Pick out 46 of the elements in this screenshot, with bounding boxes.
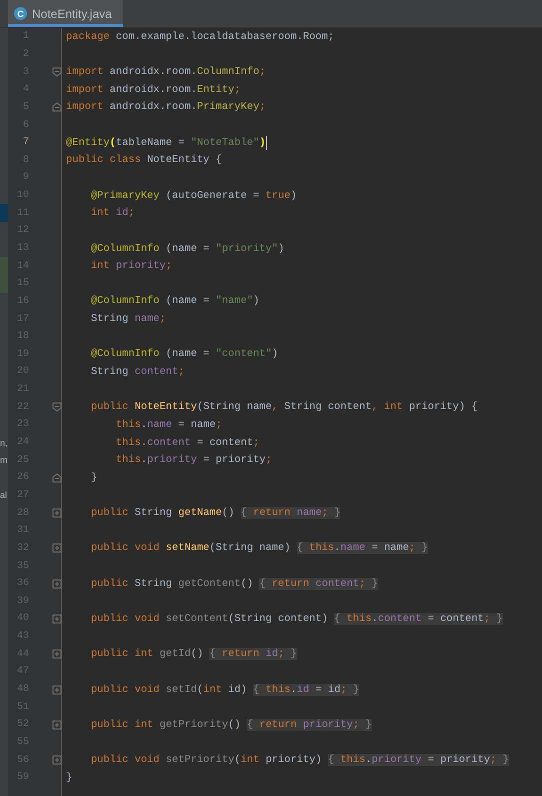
code-line: this.name = name;	[116, 418, 222, 431]
code-line: public void setName(String name) { this.name = name; }	[90, 542, 428, 554]
code-line: }	[66, 772, 72, 784]
code-line: public void setPriority(int priority) { this.priority = priority; }	[90, 754, 509, 766]
code-line: this.priority = priority;	[116, 454, 272, 466]
code-line: public void setId(int id) { this.id = id; }	[90, 684, 360, 696]
code-line: String name;	[90, 313, 166, 326]
code-line: this.content = content;	[116, 436, 260, 449]
code-line: public NoteEntity(String name, String content, int priority) {	[90, 401, 478, 414]
code-line: public int getId() { return id; }	[90, 648, 297, 660]
code-line: public String getContent() { return content; }	[90, 578, 378, 590]
code-line: @ColumnInfo (name = "name")	[90, 295, 260, 308]
expand-icon[interactable]	[52, 543, 62, 554]
expand-icon[interactable]	[52, 578, 62, 589]
code-line: import androidx.room.ColumnInfo;	[66, 66, 266, 78]
code-line: public void setContent(String content) { this.content = content; }	[90, 612, 503, 625]
fold-end-icon[interactable]	[52, 472, 62, 483]
expand-icon[interactable]	[52, 755, 62, 766]
code-line: public class NoteEntity {	[66, 154, 222, 166]
code-line: public int getPriority() { return priority; }	[90, 718, 372, 731]
code-line: public String getName() { return name; }	[90, 507, 340, 520]
code-line: @PrimaryKey (autoGenerate = true)	[90, 190, 297, 202]
fold-start-icon[interactable]	[52, 402, 62, 412]
expand-icon[interactable]	[52, 508, 62, 518]
line-number: 7	[22, 137, 29, 148]
code-line: @Entity(tableName = "NoteTable")	[66, 136, 266, 149]
expand-icon[interactable]	[52, 720, 62, 730]
code-line: @ColumnInfo (name = "priority")	[90, 242, 284, 254]
code-line: }	[90, 472, 98, 484]
code-line: @ColumnInfo (name = "content")	[90, 348, 278, 360]
class-icon: C	[14, 7, 27, 20]
fold-start-icon[interactable]	[52, 67, 62, 78]
code-line: package com.example.localdatabaseroom.Room;	[66, 30, 334, 43]
code-line: String content;	[90, 366, 184, 378]
panel-text: n,	[0, 438, 8, 448]
code-line: import androidx.room.PrimaryKey;	[66, 101, 266, 114]
expand-icon[interactable]	[52, 614, 62, 624]
panel-text: al	[0, 490, 8, 500]
code-line: int priority;	[90, 260, 172, 272]
expand-icon[interactable]	[52, 649, 62, 660]
fold-end-icon[interactable]	[52, 102, 62, 112]
code-line: int id;	[90, 207, 135, 220]
panel-text: m	[0, 455, 8, 466]
file-tab[interactable]: C NoteEntity.java	[8, 0, 123, 27]
expand-icon[interactable]	[52, 684, 62, 695]
code-line: import androidx.room.Entity;	[66, 84, 241, 96]
